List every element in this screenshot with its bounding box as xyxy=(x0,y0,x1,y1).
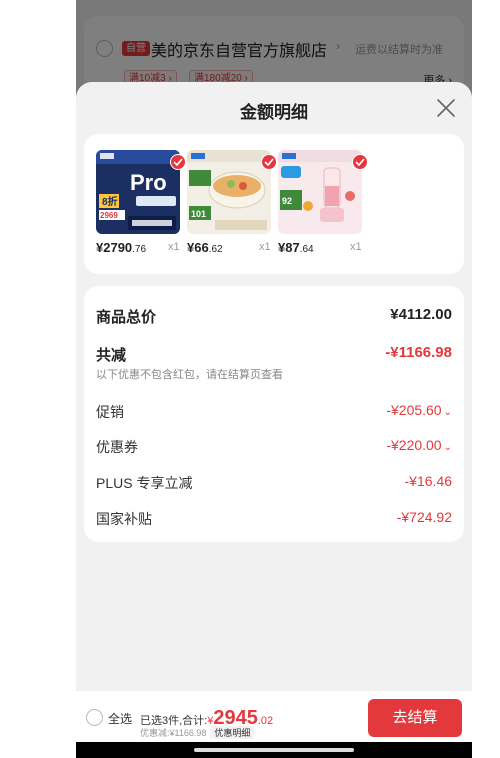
coupon-value: -¥220.00 ⌄ xyxy=(386,437,452,453)
phone-screen: 自营 美的京东自营官方旗舰店 › 运费以结算时为准 满10减3 › 满180减2… xyxy=(76,0,472,758)
checkout-bar: 全选 已选3件,合计:¥2945.02 优惠减:¥1166.98 优惠明细 去结算 xyxy=(76,690,472,742)
selected-check-icon xyxy=(170,154,186,170)
svg-text:101: 101 xyxy=(191,209,206,219)
coupon-label: 优惠券 xyxy=(96,439,138,455)
promotion-row[interactable]: 促销 -¥205.60 ⌄ xyxy=(96,402,452,424)
sheet-title: 金额明细 xyxy=(240,103,308,122)
total-discount-row: 共减 -¥1166.98 xyxy=(96,344,452,366)
product-item[interactable]: Pro 8折 2969 ¥2790.76 x1 xyxy=(96,150,186,258)
plus-discount-value: -¥16.46 xyxy=(404,473,452,489)
subtotal-value: ¥4112.00 xyxy=(390,306,452,323)
discount-detail-button[interactable]: 优惠明细 xyxy=(210,726,255,739)
subsidy-row: 国家补贴 -¥724.92 xyxy=(96,509,452,531)
price-breakdown-card: 商品总价 ¥4112.00 共减 -¥1166.98 以下优惠不包含红包，请在结… xyxy=(84,286,464,542)
close-icon[interactable] xyxy=(434,96,458,120)
product-quantity: x1 xyxy=(168,241,180,253)
product-item[interactable]: 101 ¥66.62 x1 xyxy=(187,150,277,258)
discount-text: 优惠减:¥1166.98 xyxy=(140,728,207,738)
select-all-radio[interactable] xyxy=(86,709,103,726)
amount-detail-sheet: 金额明细 Pro 8折 2969 ¥2790.76 x1 101 ¥66.62 … xyxy=(76,82,472,690)
chevron-down-icon: ⌄ xyxy=(443,442,452,453)
product-quantity: x1 xyxy=(350,241,362,253)
discount-line: 优惠减:¥1166.98 优惠明细 xyxy=(140,726,255,739)
svg-text:2969: 2969 xyxy=(100,211,118,220)
plus-discount-label: PLUS 专享立减 xyxy=(96,475,193,491)
selected-check-icon xyxy=(261,154,277,170)
products-card: Pro 8折 2969 ¥2790.76 x1 101 ¥66.62 x1 92… xyxy=(84,134,464,274)
promotion-value: -¥205.60 ⌄ xyxy=(386,402,452,418)
select-all-label[interactable]: 全选 xyxy=(108,710,132,727)
electric-hotpot-image: 101 xyxy=(187,150,271,234)
total-discount-label: 共减 xyxy=(96,347,127,364)
subtotal-row: 商品总价 ¥4112.00 xyxy=(96,306,452,328)
system-nav-bar xyxy=(76,742,472,758)
product-price: ¥2790.76 xyxy=(96,240,147,255)
promotion-label: 促销 xyxy=(96,404,124,420)
subsidy-value: -¥724.92 xyxy=(396,509,452,525)
svg-text:92: 92 xyxy=(282,196,292,206)
svg-text:Pro: Pro xyxy=(130,170,167,195)
subtotal-label: 商品总价 xyxy=(96,309,157,326)
selected-check-icon xyxy=(352,154,368,170)
product-quantity: x1 xyxy=(259,241,271,253)
svg-text:8折: 8折 xyxy=(102,195,118,208)
blender-image: 92 xyxy=(278,150,362,234)
chevron-down-icon: ⌄ xyxy=(443,407,452,418)
total-discount-value: -¥1166.98 xyxy=(385,344,452,361)
discount-note: 以下优惠不包含红包，请在结算页查看 xyxy=(96,369,283,381)
product-item[interactable]: 92 ¥87.64 x1 xyxy=(278,150,368,258)
checkout-button[interactable]: 去结算 xyxy=(368,699,462,737)
coupon-row[interactable]: 优惠券 -¥220.00 ⌄ xyxy=(96,437,452,459)
plus-discount-row: PLUS 专享立减 -¥16.46 xyxy=(96,473,452,495)
product-price: ¥87.64 xyxy=(278,240,314,255)
subsidy-label: 国家补贴 xyxy=(96,511,152,527)
home-indicator[interactable] xyxy=(194,748,354,752)
product-price: ¥66.62 xyxy=(187,240,223,255)
air-conditioner-image: Pro 8折 2969 xyxy=(96,150,180,234)
total-decimal: .02 xyxy=(257,715,274,727)
